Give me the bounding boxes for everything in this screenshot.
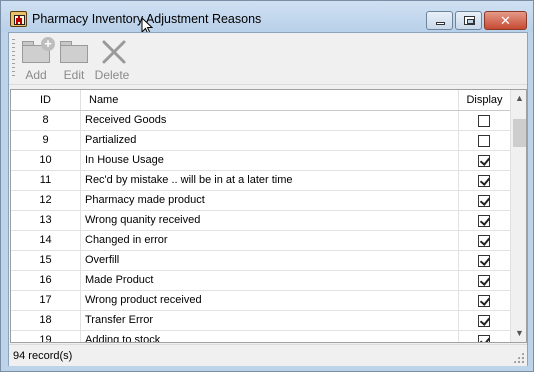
display-checkbox[interactable] xyxy=(478,255,490,267)
minimize-icon xyxy=(436,22,445,25)
scroll-thumb[interactable] xyxy=(513,119,526,147)
table-row[interactable]: 13 Wrong quanity received xyxy=(11,211,510,231)
record-count: 94 record(s) xyxy=(13,350,73,362)
table-row[interactable]: 17 Wrong product received xyxy=(11,291,510,311)
display-checkbox[interactable] xyxy=(478,235,490,247)
close-icon: ✕ xyxy=(500,13,511,28)
column-header-display[interactable]: Display xyxy=(459,90,510,110)
cell-display xyxy=(459,191,510,210)
display-checkbox[interactable] xyxy=(478,295,490,307)
cell-display xyxy=(459,131,510,150)
cell-display xyxy=(459,251,510,270)
table-row[interactable]: 9 Partialized xyxy=(11,131,510,151)
display-checkbox[interactable] xyxy=(478,175,490,187)
table-row[interactable]: 14 Changed in error xyxy=(11,231,510,251)
display-checkbox[interactable] xyxy=(478,135,490,147)
table-row[interactable]: 19 Adding to stock xyxy=(11,331,510,342)
cell-display xyxy=(459,231,510,250)
cell-name: Pharmacy made product xyxy=(81,191,459,210)
cell-id: 8 xyxy=(11,111,81,130)
display-checkbox[interactable] xyxy=(478,195,490,207)
cell-id: 11 xyxy=(11,171,81,190)
cell-id: 19 xyxy=(11,331,81,342)
add-button-label: Add xyxy=(25,68,47,82)
cell-name: In House Usage xyxy=(81,151,459,170)
cell-id: 9 xyxy=(11,131,81,150)
vertical-scrollbar[interactable]: ▲ ▼ xyxy=(510,90,526,342)
cell-name: Transfer Error xyxy=(81,311,459,330)
cell-name: Wrong quanity received xyxy=(81,211,459,230)
cell-id: 16 xyxy=(11,271,81,290)
edit-button-label: Edit xyxy=(63,68,85,82)
column-header-name[interactable]: Name xyxy=(81,90,459,110)
cell-name: Rec'd by mistake .. will be in at a late… xyxy=(81,171,459,190)
display-checkbox[interactable] xyxy=(478,315,490,327)
cell-id: 18 xyxy=(11,311,81,330)
cell-id: 10 xyxy=(11,151,81,170)
cell-name: Changed in error xyxy=(81,231,459,250)
cell-display xyxy=(459,171,510,190)
display-checkbox[interactable] xyxy=(478,155,490,167)
cell-id: 15 xyxy=(11,251,81,270)
close-button[interactable]: ✕ xyxy=(484,11,527,30)
cell-name: Overfill xyxy=(81,251,459,270)
app-window: Pharmacy Inventory Adjustment Reasons ✕ … xyxy=(0,0,534,372)
delete-button-label: Delete xyxy=(94,68,130,82)
add-button[interactable]: + Add xyxy=(19,33,55,83)
cell-display xyxy=(459,151,510,170)
status-bar: 94 record(s) xyxy=(9,344,527,366)
cell-id: 13 xyxy=(11,211,81,230)
cell-id: 14 xyxy=(11,231,81,250)
edit-button[interactable]: Edit xyxy=(57,33,91,83)
cell-display xyxy=(459,211,510,230)
column-header-id[interactable]: ID xyxy=(11,90,81,110)
grid-header: ID Name Display xyxy=(11,90,510,111)
cell-name: Received Goods xyxy=(81,111,459,130)
folder-add-icon: + xyxy=(22,37,55,63)
cell-display xyxy=(459,311,510,330)
toolbar-grip[interactable] xyxy=(12,39,15,79)
display-checkbox[interactable] xyxy=(478,275,490,287)
scroll-up-icon[interactable]: ▲ xyxy=(511,90,526,107)
cell-display xyxy=(459,291,510,310)
cell-display xyxy=(459,111,510,130)
display-checkbox[interactable] xyxy=(478,115,490,127)
display-checkbox[interactable] xyxy=(478,215,490,227)
table-row[interactable]: 11 Rec'd by mistake .. will be in at a la… xyxy=(11,171,510,191)
app-icon[interactable] xyxy=(10,11,27,27)
delete-button[interactable]: Delete xyxy=(93,33,131,83)
cell-id: 12 xyxy=(11,191,81,210)
reasons-grid[interactable]: ID Name Display 8 Received Goods 9 Partial… xyxy=(10,89,527,343)
table-row[interactable]: 16 Made Product xyxy=(11,271,510,291)
table-row[interactable]: 18 Transfer Error xyxy=(11,311,510,331)
display-checkbox[interactable] xyxy=(478,335,490,342)
toolbar: + Add Edit Delete xyxy=(9,33,527,85)
folder-edit-icon xyxy=(60,41,88,63)
cell-display xyxy=(459,271,510,290)
table-row[interactable]: 12 Pharmacy made product xyxy=(11,191,510,211)
table-row[interactable]: 8 Received Goods xyxy=(11,111,510,131)
grid-rows: 8 Received Goods 9 Partialized 10 In House … xyxy=(11,111,510,342)
table-row[interactable]: 15 Overfill xyxy=(11,251,510,271)
cell-display xyxy=(459,331,510,342)
cell-name: Adding to stock xyxy=(81,331,459,342)
delete-x-icon xyxy=(102,40,126,64)
maximize-icon xyxy=(464,16,475,25)
minimize-button[interactable] xyxy=(426,11,453,30)
client-area: + Add Edit Delete ID Name Display 8 Rece… xyxy=(8,32,528,366)
cell-name: Made Product xyxy=(81,271,459,290)
title-bar[interactable]: Pharmacy Inventory Adjustment Reasons ✕ xyxy=(1,1,533,35)
cell-name: Wrong product received xyxy=(81,291,459,310)
cell-id: 17 xyxy=(11,291,81,310)
resize-grip-icon[interactable] xyxy=(513,352,524,363)
table-row[interactable]: 10 In House Usage xyxy=(11,151,510,171)
maximize-button[interactable] xyxy=(455,11,482,30)
cell-name: Partialized xyxy=(81,131,459,150)
scroll-down-icon[interactable]: ▼ xyxy=(511,325,526,342)
